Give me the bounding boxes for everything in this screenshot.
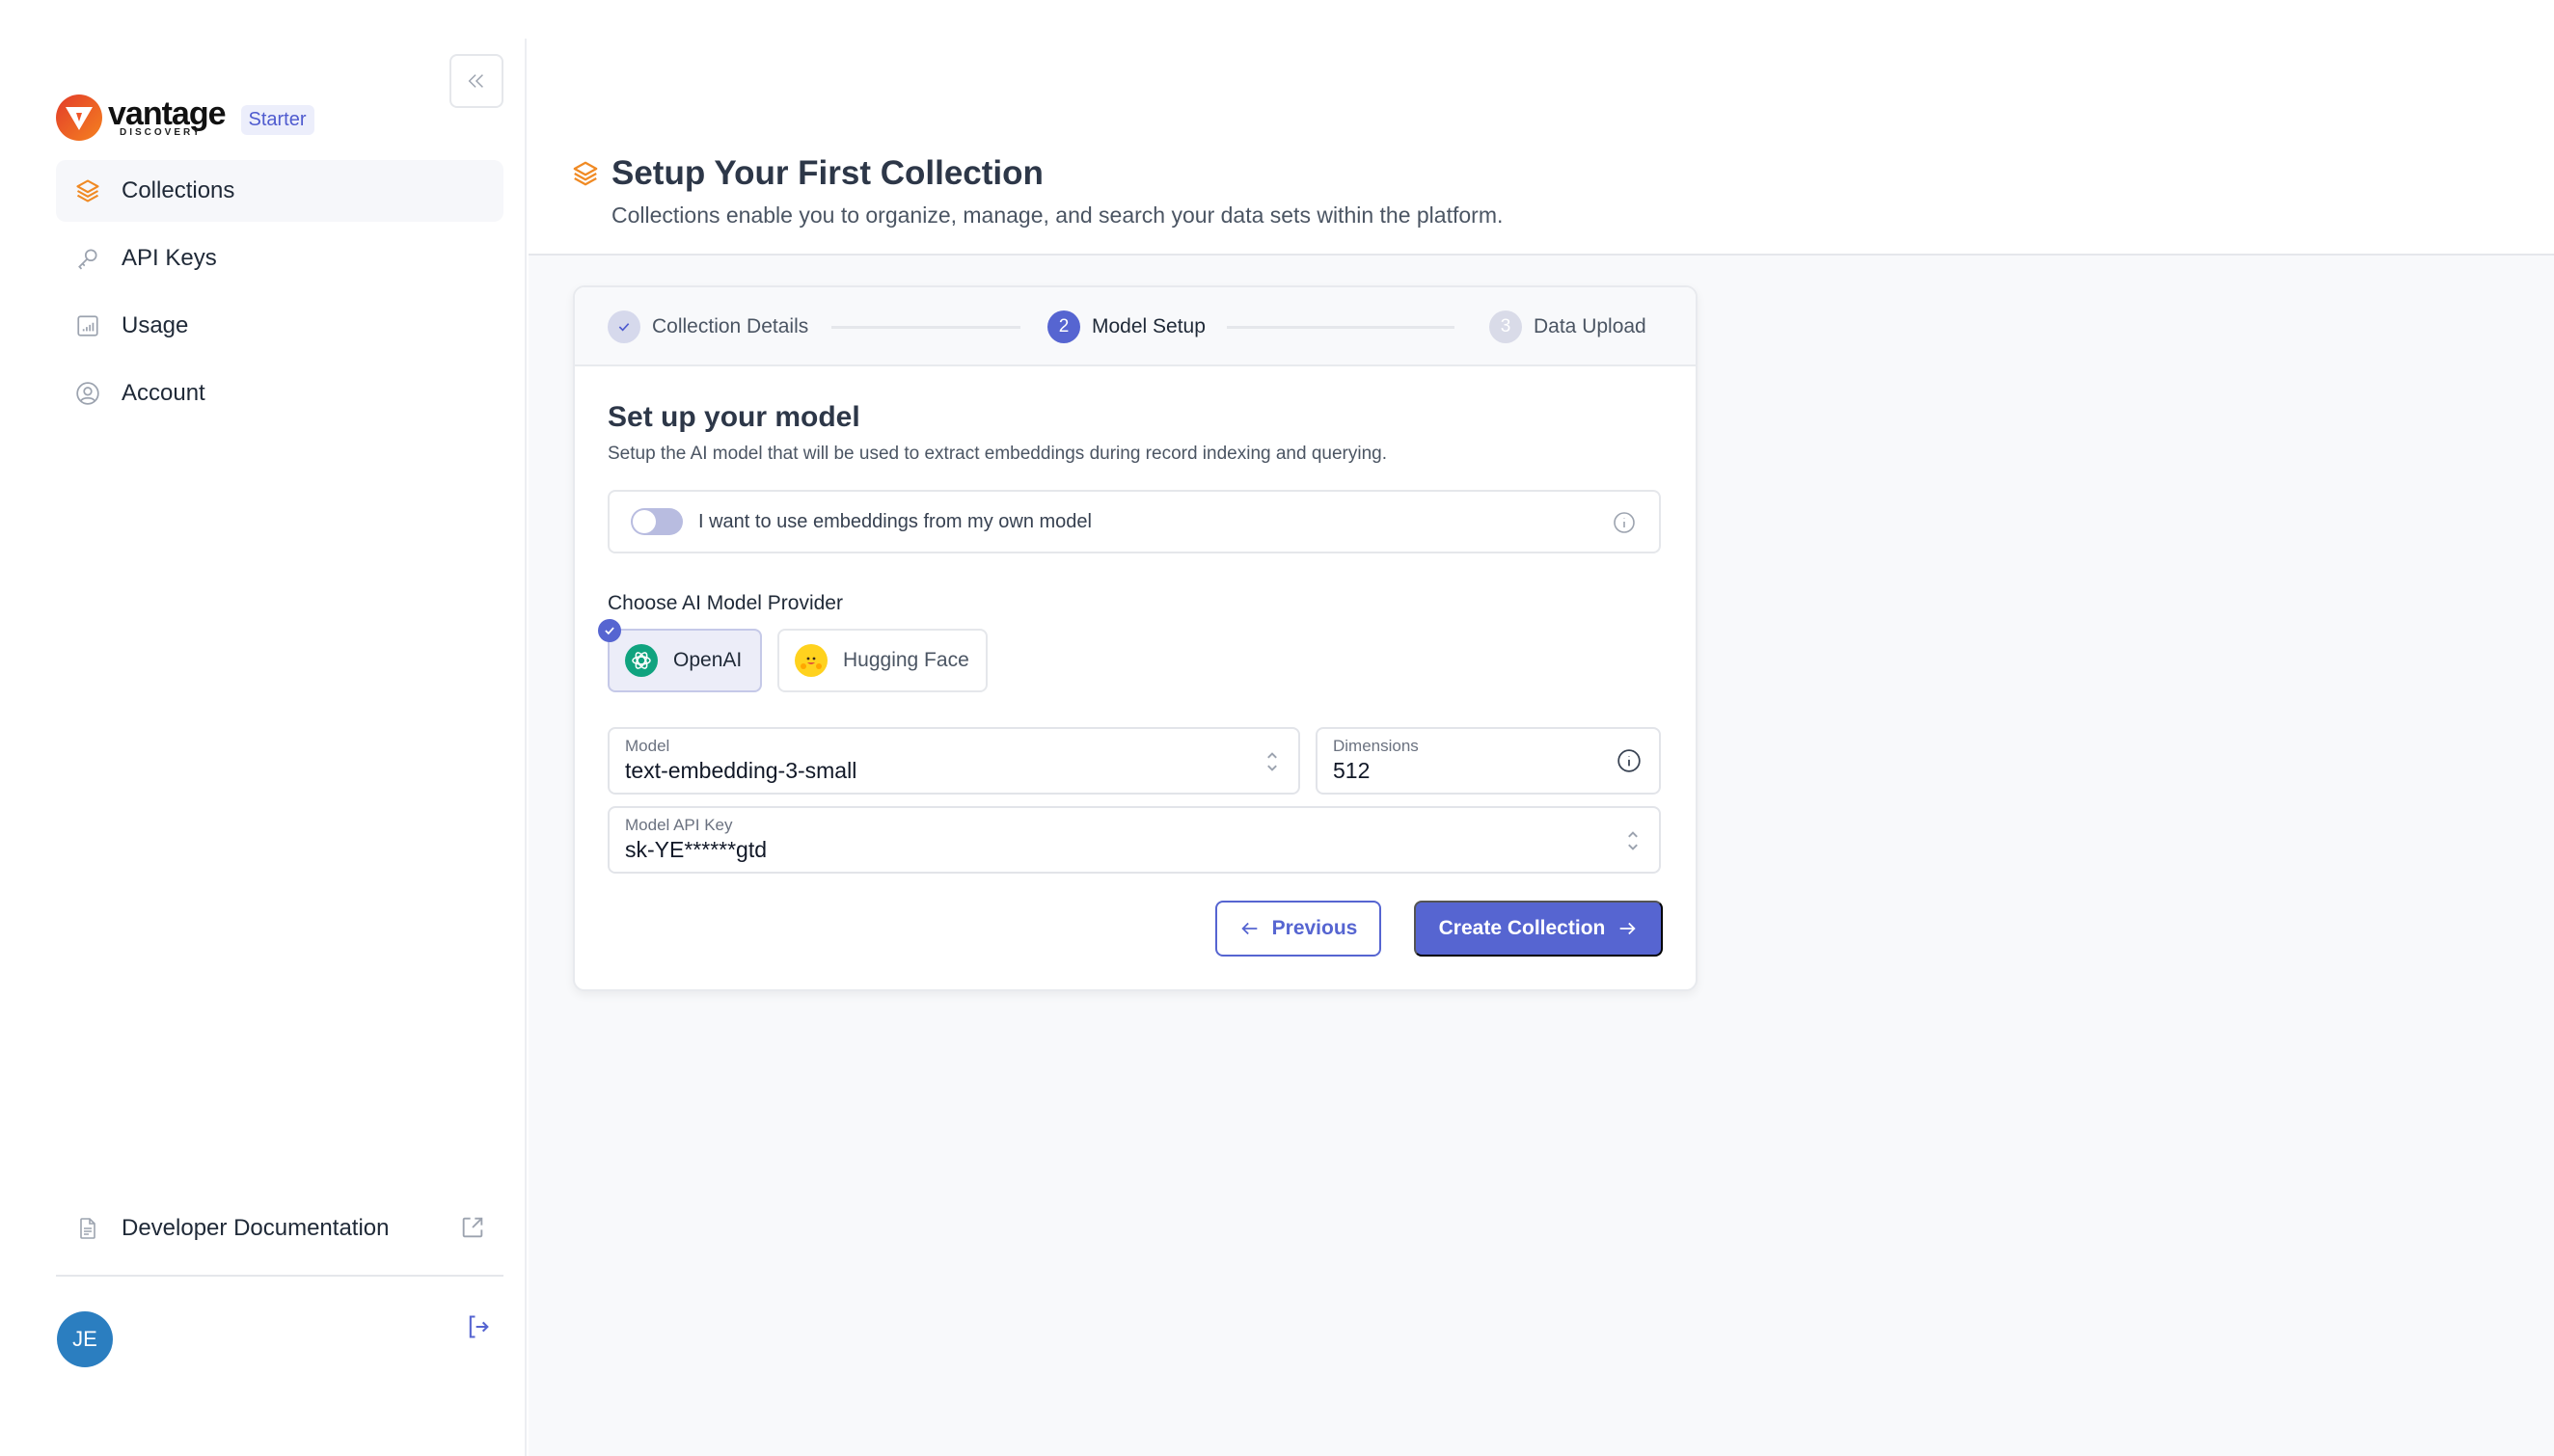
sidebar-item-usage[interactable]: Usage xyxy=(56,295,503,357)
user-avatar[interactable]: JE xyxy=(57,1311,113,1367)
document-icon xyxy=(73,1214,102,1243)
page-subtitle: Collections enable you to organize, mana… xyxy=(611,202,1504,228)
step-label: Collection Details xyxy=(652,315,809,337)
sidebar-item-api-keys[interactable]: API Keys xyxy=(56,228,503,289)
key-icon xyxy=(73,244,102,273)
sidebar-item-label: Collections xyxy=(122,177,235,203)
sidebar-item-label: API Keys xyxy=(122,245,217,271)
selected-check-icon xyxy=(598,619,621,642)
step-collection-details[interactable]: Collection Details xyxy=(608,310,808,343)
own-model-toggle[interactable] xyxy=(631,508,683,535)
arrow-left-icon xyxy=(1241,922,1257,935)
sidebar-item-label: Account xyxy=(122,380,205,406)
hugging-face-icon xyxy=(795,644,828,677)
sidebar: vantage DISCOVERY Starter Collections AP… xyxy=(0,39,527,1456)
api-key-select[interactable]: Model API Key sk-YE******gtd xyxy=(608,806,1661,874)
dimensions-label: Dimensions xyxy=(1333,737,1419,755)
chevron-up-down-icon xyxy=(1263,748,1281,780)
page-title: Setup Your First Collection xyxy=(611,154,1044,192)
main-content: Setup Your First Collection Collections … xyxy=(529,0,2554,1456)
own-model-toggle-label: I want to use embeddings from my own mod… xyxy=(698,510,1092,532)
layers-icon xyxy=(73,176,102,205)
provider-label-hugging-face: Hugging Face xyxy=(843,649,969,671)
chevron-up-down-icon xyxy=(1624,827,1642,859)
brand-name: vantage xyxy=(108,95,226,132)
model-label: Model xyxy=(625,737,670,755)
model-select[interactable]: Model text-embedding-3-small xyxy=(608,727,1300,795)
own-model-toggle-row: I want to use embeddings from my own mod… xyxy=(608,490,1661,553)
sidebar-nav: Collections API Keys Usage Account xyxy=(56,160,503,430)
setup-card: Collection Details 2 Model Setup 3 Data … xyxy=(573,285,1698,991)
check-icon xyxy=(608,310,640,343)
info-icon[interactable] xyxy=(1617,748,1642,778)
step-number: 3 xyxy=(1489,310,1522,343)
step-number: 2 xyxy=(1047,310,1080,343)
sidebar-item-label: Usage xyxy=(122,312,189,338)
provider-hugging-face[interactable]: Hugging Face xyxy=(777,629,988,692)
vantage-logo-icon xyxy=(56,94,102,141)
sidebar-divider xyxy=(56,1275,503,1277)
openai-icon xyxy=(625,644,658,677)
bar-chart-icon xyxy=(73,311,102,340)
arrow-right-icon xyxy=(1620,922,1636,935)
chevrons-left-icon xyxy=(468,74,483,88)
api-key-value: sk-YE******gtd xyxy=(625,837,768,862)
collapse-sidebar-button[interactable] xyxy=(449,54,503,108)
info-icon[interactable] xyxy=(1613,511,1636,539)
stepper: Collection Details 2 Model Setup 3 Data … xyxy=(575,287,1696,366)
brand-logo[interactable]: vantage DISCOVERY Starter xyxy=(56,94,314,141)
create-collection-button[interactable]: Create Collection xyxy=(1414,901,1663,957)
external-link-icon xyxy=(459,1214,486,1248)
model-value: text-embedding-3-small xyxy=(625,758,857,783)
provider-label-openai: OpenAI xyxy=(673,649,743,671)
sidebar-item-collections[interactable]: Collections xyxy=(56,160,503,222)
step-model-setup[interactable]: 2 Model Setup xyxy=(1047,310,1206,343)
provider-label: Choose AI Model Provider xyxy=(608,592,843,614)
step-label: Data Upload xyxy=(1534,315,1646,337)
layers-icon xyxy=(573,161,598,186)
api-key-label: Model API Key xyxy=(625,816,733,834)
user-circle-icon xyxy=(73,379,102,408)
dimensions-value: 512 xyxy=(1333,758,1371,783)
section-title: Set up your model xyxy=(608,401,860,433)
step-connector xyxy=(831,326,1020,329)
developer-documentation-link[interactable]: Developer Documentation xyxy=(56,1201,503,1255)
developer-documentation-label: Developer Documentation xyxy=(122,1215,390,1241)
page-header: Setup Your First Collection Collections … xyxy=(529,0,2554,256)
step-label: Model Setup xyxy=(1092,315,1206,337)
sidebar-item-account[interactable]: Account xyxy=(56,363,503,424)
logout-icon xyxy=(469,1315,489,1338)
step-connector xyxy=(1227,326,1454,329)
dimensions-input[interactable]: Dimensions 512 xyxy=(1316,727,1661,795)
logout-button[interactable] xyxy=(461,1309,496,1344)
plan-badge: Starter xyxy=(240,104,314,135)
provider-openai[interactable]: OpenAI xyxy=(608,629,762,692)
step-data-upload[interactable]: 3 Data Upload xyxy=(1489,310,1646,343)
previous-button[interactable]: Previous xyxy=(1215,901,1381,957)
section-subtitle: Setup the AI model that will be used to … xyxy=(608,444,1388,464)
